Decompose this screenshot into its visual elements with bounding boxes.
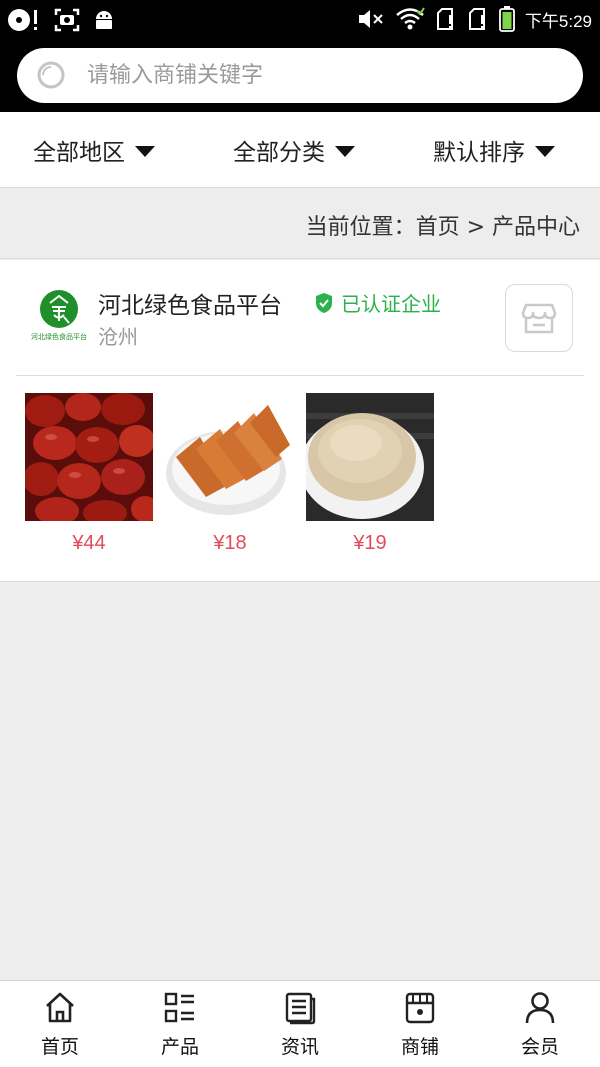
home-icon bbox=[46, 992, 74, 1023]
status-time: 下午5:29 bbox=[524, 11, 592, 31]
shop-icon bbox=[405, 992, 435, 1024]
search-bar[interactable] bbox=[17, 48, 583, 103]
search-header bbox=[0, 40, 600, 112]
store-icon bbox=[521, 303, 557, 334]
nav-member[interactable]: 会员 bbox=[480, 981, 600, 1067]
product-price: ¥19 bbox=[353, 532, 387, 554]
caret-down-icon bbox=[335, 145, 355, 157]
caret-down-icon bbox=[135, 145, 155, 157]
product-item[interactable]: ¥44 bbox=[25, 393, 153, 555]
sim2-icon bbox=[468, 8, 485, 30]
shop-logo[interactable]: 河北绿色食品平台 bbox=[28, 287, 90, 349]
nav-home-label: 首页 bbox=[40, 1036, 79, 1058]
search-icon[interactable] bbox=[37, 61, 67, 91]
mute-icon bbox=[358, 10, 383, 28]
sim1-icon bbox=[436, 8, 453, 30]
battery-icon bbox=[499, 6, 515, 32]
verified-badge: 已认证企业 bbox=[314, 288, 441, 317]
filter-sort-label: 默认排序 bbox=[433, 140, 525, 166]
filter-category-label: 全部分类 bbox=[233, 140, 325, 166]
enter-shop-button[interactable] bbox=[505, 284, 573, 352]
shop-name[interactable]: 河北绿色食品平台 bbox=[98, 286, 282, 320]
filter-sort[interactable]: 默认排序 bbox=[433, 112, 555, 188]
shop-card[interactable]: 河北绿色食品平台 河北绿色食品平台 已认证企业 沧州 ¥44 ¥18 ¥19 bbox=[0, 260, 600, 582]
nav-home[interactable]: 首页 bbox=[0, 981, 120, 1067]
divider bbox=[16, 375, 584, 376]
status-bar: 下午5:29 bbox=[0, 0, 600, 40]
nav-member-label: 会员 bbox=[520, 1036, 559, 1058]
nav-products[interactable]: 产品 bbox=[120, 981, 240, 1067]
nav-news-label: 资讯 bbox=[280, 1036, 319, 1058]
product-item[interactable]: ¥19 bbox=[306, 393, 434, 555]
nav-products-label: 产品 bbox=[160, 1036, 199, 1058]
wifi-icon bbox=[396, 7, 425, 30]
shield-check-icon bbox=[316, 292, 332, 313]
filter-category[interactable]: 全部分类 bbox=[233, 112, 355, 188]
product-grid-icon bbox=[164, 992, 194, 1023]
product-item[interactable]: ¥18 bbox=[166, 393, 294, 555]
product-image-jelly[interactable] bbox=[166, 393, 294, 521]
user-icon bbox=[525, 992, 555, 1024]
filter-region-label: 全部地区 bbox=[33, 140, 125, 166]
product-price: ¥44 bbox=[72, 532, 106, 554]
bottom-nav: 首页 产品 资讯 商铺 会员 bbox=[0, 980, 600, 1067]
filter-region[interactable]: 全部地区 bbox=[33, 112, 155, 188]
verified-label: 已认证企业 bbox=[341, 292, 441, 316]
product-image-grain-powder[interactable] bbox=[306, 393, 434, 521]
filter-bar: 全部地区 全部分类 默认排序 bbox=[0, 112, 600, 188]
caret-down-icon bbox=[535, 145, 555, 157]
breadcrumb-text: 当前位置：首页 > 产品中心 bbox=[305, 215, 580, 240]
cd-icon bbox=[8, 9, 37, 31]
nav-shops[interactable]: 商铺 bbox=[360, 981, 480, 1067]
nav-news[interactable]: 资讯 bbox=[240, 981, 360, 1067]
product-image-red-dates[interactable] bbox=[25, 393, 153, 521]
nav-shops-label: 商铺 bbox=[400, 1036, 439, 1058]
android-icon bbox=[96, 11, 112, 29]
search-input[interactable] bbox=[87, 48, 567, 103]
breadcrumb: 当前位置：首页 > 产品中心 bbox=[0, 189, 600, 259]
product-price: ¥18 bbox=[213, 532, 247, 554]
shop-city: 沧州 bbox=[98, 325, 138, 349]
shop-logo-text: 河北绿色食品平台 bbox=[31, 332, 87, 341]
screenshot-icon bbox=[54, 8, 80, 32]
news-icon bbox=[285, 992, 316, 1025]
